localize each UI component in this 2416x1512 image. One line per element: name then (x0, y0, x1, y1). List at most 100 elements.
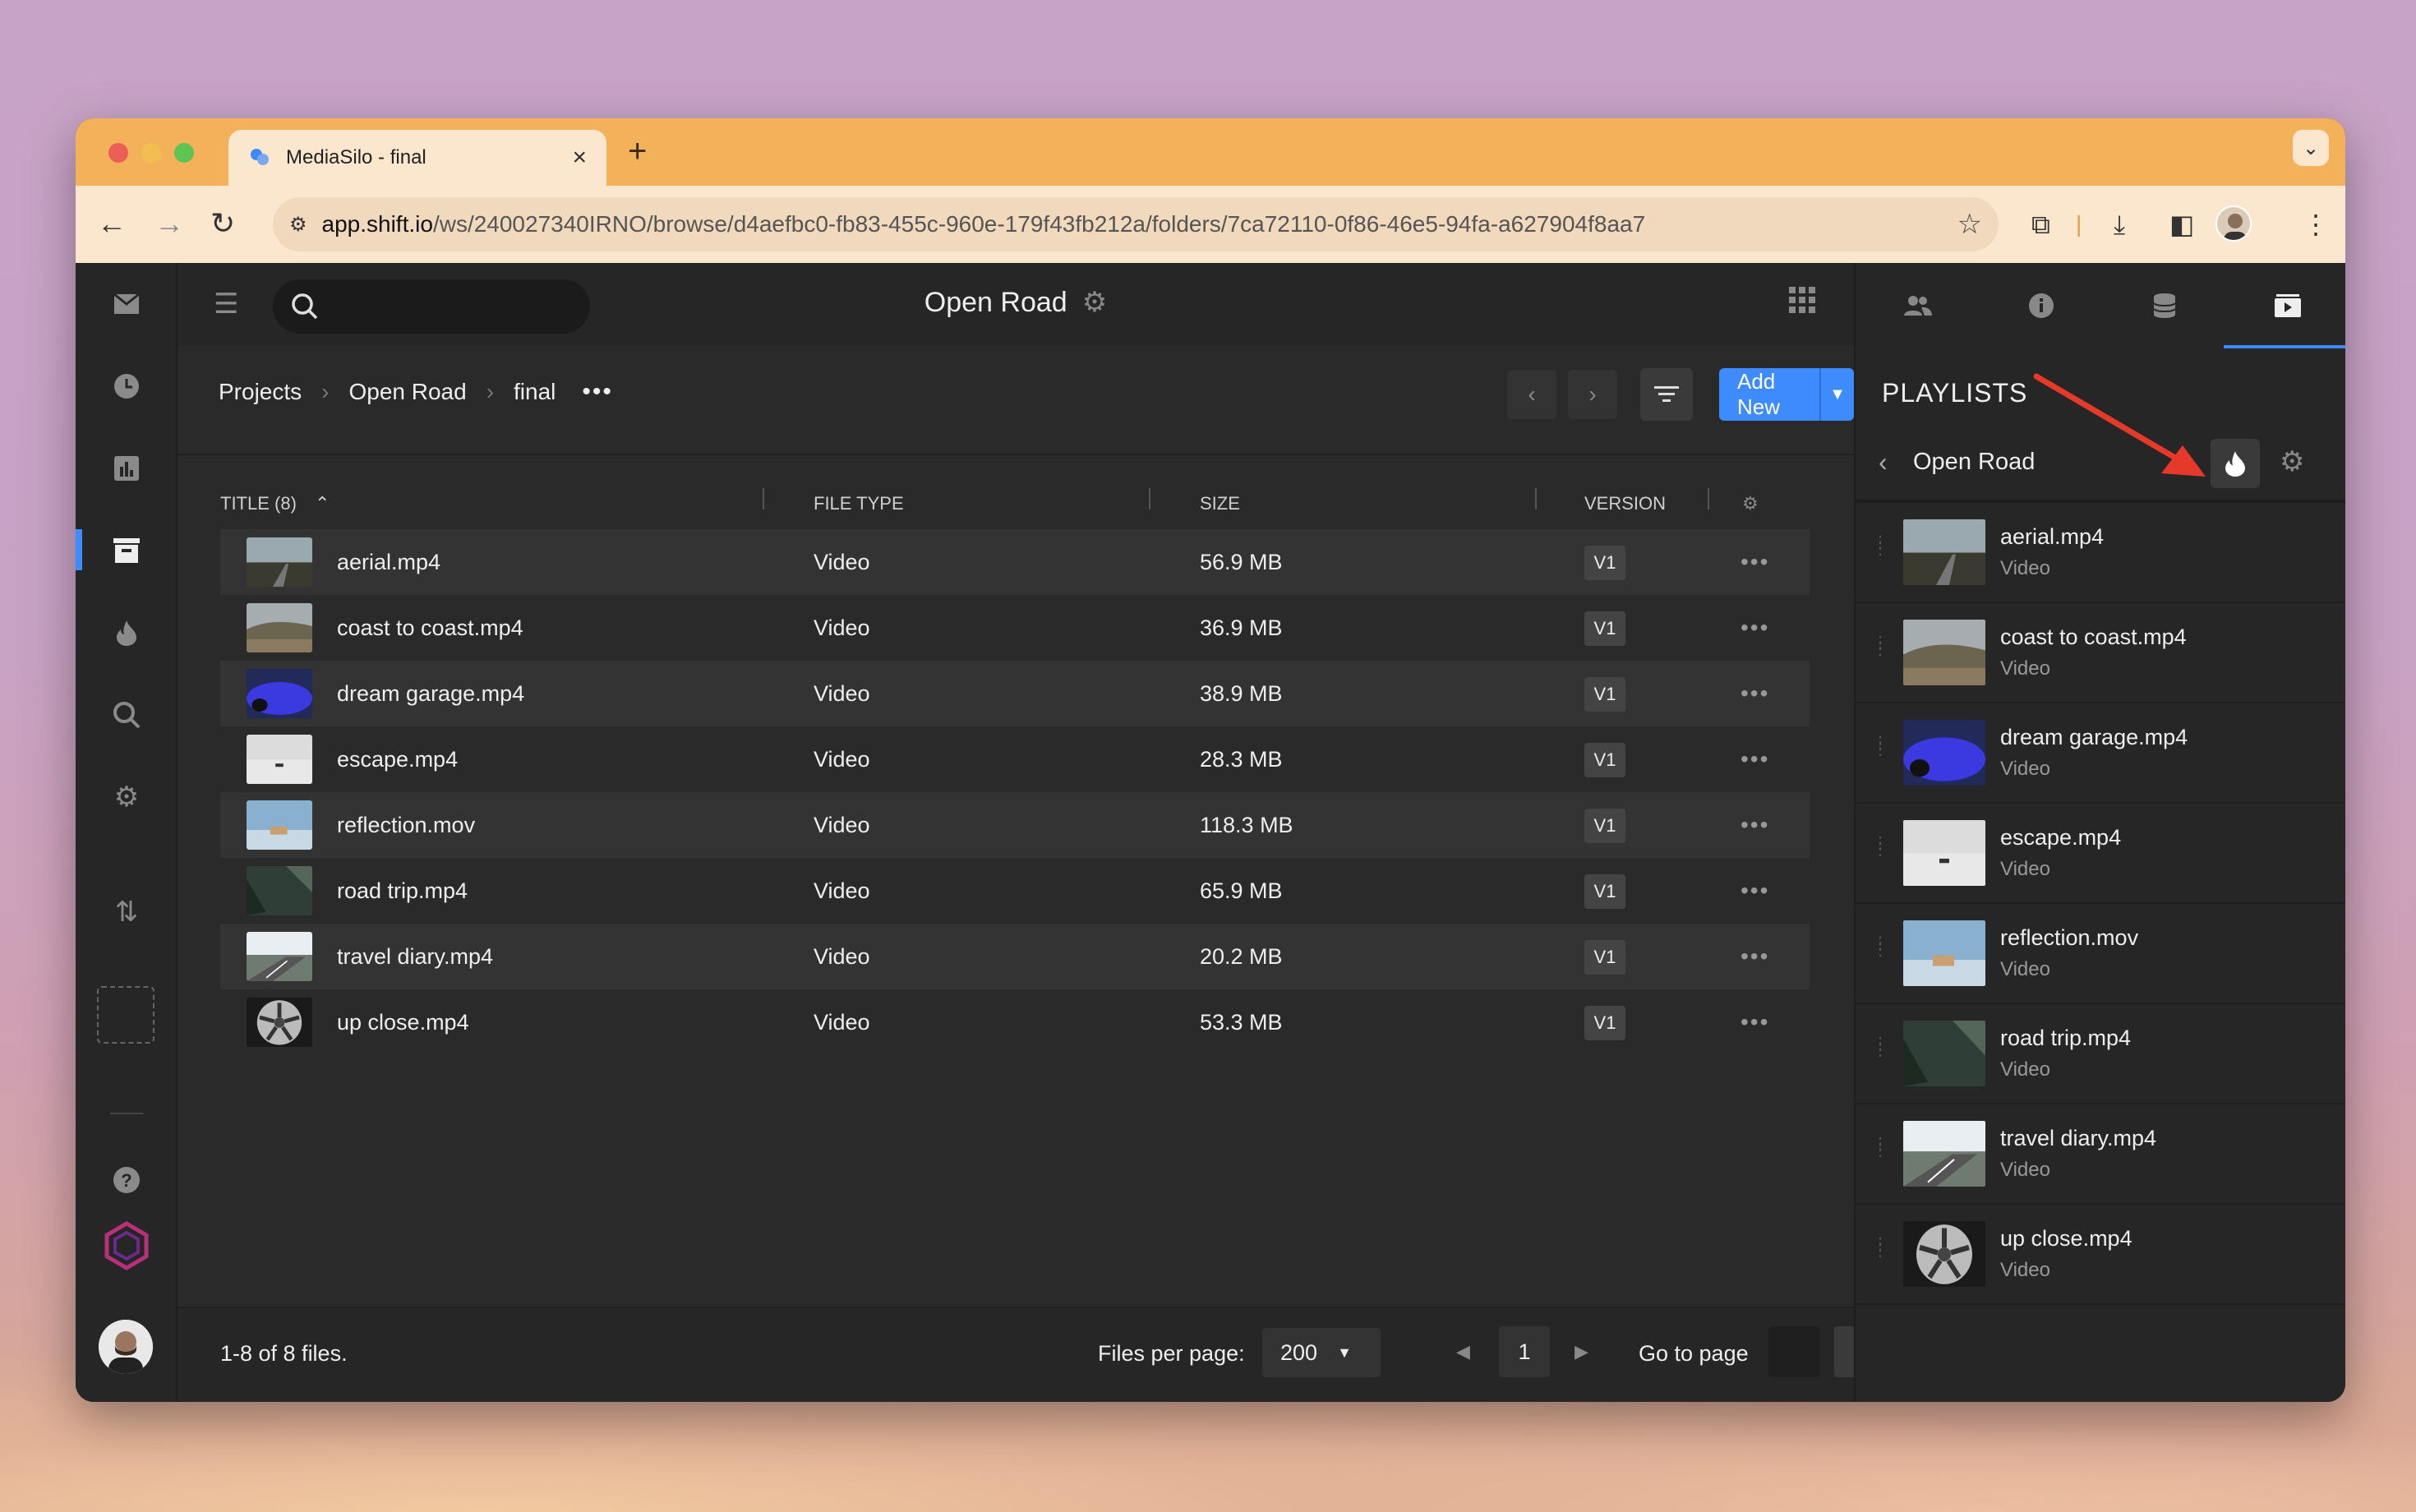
video-thumbnail[interactable] (247, 866, 312, 915)
version-badge[interactable]: V1 (1584, 611, 1625, 646)
table-row[interactable]: up close.mp4 Video 53.3 MB V1 ••• (220, 989, 1810, 1055)
shift-flame-icon[interactable] (110, 616, 143, 649)
version-badge[interactable]: V1 (1584, 677, 1625, 712)
tab-info-icon[interactable] (2017, 288, 2066, 324)
site-settings-icon[interactable]: ⚙ (289, 213, 307, 237)
playlist-item[interactable]: ⋮ ⋮ reflection.mov Video (1856, 904, 2345, 1004)
version-badge[interactable]: V1 (1584, 809, 1625, 843)
next-page-button[interactable]: › (1568, 370, 1617, 419)
minimize-window-button[interactable] (141, 143, 161, 163)
row-more-options-icon[interactable]: ••• (1741, 549, 1769, 575)
column-version[interactable]: VERSION (1584, 493, 1666, 514)
table-row[interactable]: road trip.mp4 Video 65.9 MB V1 ••• (220, 858, 1810, 924)
video-thumbnail[interactable] (247, 735, 312, 784)
version-badge[interactable]: V1 (1584, 940, 1625, 975)
playlist-item[interactable]: ⋮ ⋮ travel diary.mp4 Video (1856, 1104, 2345, 1205)
video-thumbnail[interactable] (247, 800, 312, 850)
playlist-item[interactable]: ⋮ ⋮ up close.mp4 Video (1856, 1205, 2345, 1305)
row-more-options-icon[interactable]: ••• (1741, 943, 1769, 970)
next-page-arrow-icon[interactable]: ▶ (1575, 1341, 1588, 1362)
back-arrow-icon[interactable]: ← (97, 207, 127, 240)
file-name[interactable]: dream garage.mp4 (337, 681, 524, 707)
browser-menu-icon[interactable]: ⋮ (2303, 209, 2329, 240)
drag-handle-icon[interactable]: ⋮ ⋮ (1872, 735, 1889, 758)
file-name[interactable]: travel diary.mp4 (337, 944, 493, 970)
video-thumbnail[interactable] (247, 932, 312, 981)
browser-tab[interactable]: MediaSilo - final × (228, 130, 606, 186)
filter-button[interactable] (1640, 368, 1693, 421)
playlist-item[interactable]: ⋮ ⋮ coast to coast.mp4 Video (1856, 603, 2345, 703)
side-panel-icon[interactable]: ◧ (2169, 209, 2194, 240)
row-more-options-icon[interactable]: ••• (1741, 746, 1769, 772)
close-window-button[interactable] (108, 143, 128, 163)
version-badge[interactable]: V1 (1584, 1006, 1625, 1040)
table-row[interactable]: dream garage.mp4 Video 38.9 MB V1 ••• (220, 661, 1810, 726)
file-name[interactable]: up close.mp4 (337, 1010, 469, 1035)
close-tab-icon[interactable]: × (572, 144, 587, 172)
upload-dropzone[interactable] (97, 986, 154, 1044)
extensions-puzzle-icon[interactable]: ⧉ (2031, 209, 2050, 240)
column-size[interactable]: SIZE (1200, 493, 1240, 514)
grid-view-icon[interactable] (1788, 286, 1816, 321)
breadcrumb-projects[interactable]: Projects (219, 379, 302, 405)
table-row[interactable]: coast to coast.mp4 Video 36.9 MB V1 ••• (220, 595, 1810, 661)
row-more-options-icon[interactable]: ••• (1741, 1009, 1769, 1035)
settings-gear-icon[interactable]: ⚙ (110, 781, 143, 814)
folder-more-options-icon[interactable]: ••• (582, 378, 613, 406)
file-name[interactable]: coast to coast.mp4 (337, 615, 523, 641)
table-row[interactable]: reflection.mov Video 118.3 MB V1 ••• (220, 792, 1810, 858)
video-thumbnail[interactable] (247, 603, 312, 652)
video-thumbnail[interactable] (247, 998, 312, 1047)
drag-handle-icon[interactable]: ⋮ ⋮ (1872, 634, 1889, 657)
table-row[interactable]: travel diary.mp4 Video 20.2 MB V1 ••• (220, 924, 1810, 989)
drag-handle-icon[interactable]: ⋮ ⋮ (1872, 835, 1889, 858)
drag-handle-icon[interactable]: ⋮ ⋮ (1872, 1035, 1889, 1058)
files-per-page-select[interactable]: 200 ▼ (1262, 1328, 1381, 1377)
tab-database-icon[interactable] (2140, 288, 2189, 324)
download-icon[interactable]: ⤓ (2114, 209, 2125, 240)
version-badge[interactable]: V1 (1584, 546, 1625, 580)
file-name[interactable]: aerial.mp4 (337, 550, 440, 575)
add-new-button[interactable]: Add New (1719, 368, 1820, 421)
playlist-settings-gear-icon[interactable]: ⚙ (2280, 445, 2304, 478)
video-thumbnail[interactable] (247, 537, 312, 587)
column-title[interactable]: TITLE (8) ⌃ (220, 493, 330, 514)
drag-handle-icon[interactable]: ⋮ ⋮ (1872, 1236, 1889, 1259)
reload-icon[interactable]: ↻ (210, 207, 235, 240)
help-icon[interactable]: ? (110, 1164, 143, 1196)
recent-clock-icon[interactable] (110, 370, 143, 403)
user-avatar[interactable] (99, 1320, 153, 1374)
add-new-dropdown-caret-icon[interactable]: ▼ (1819, 368, 1854, 421)
forward-arrow-icon[interactable]: → (154, 207, 184, 240)
project-settings-gear-icon[interactable]: ⚙ (1082, 287, 1107, 318)
playlist-item[interactable]: ⋮ ⋮ dream garage.mp4 Video (1856, 703, 2345, 804)
new-tab-button[interactable]: + (628, 133, 647, 170)
breadcrumb-final[interactable]: final (514, 379, 556, 405)
table-row[interactable]: escape.mp4 Video 28.3 MB V1 ••• (220, 726, 1810, 792)
address-bar[interactable]: ⚙ app.shift.io/ws/240027340IRNO/browse/d… (273, 197, 1999, 251)
transfer-arrows-icon[interactable]: ⇅ (110, 896, 143, 929)
tab-playlists-icon[interactable] (2263, 288, 2312, 324)
inbox-icon[interactable] (110, 288, 143, 320)
file-name[interactable]: road trip.mp4 (337, 878, 468, 904)
back-chevron-icon[interactable]: ‹ (1879, 447, 1888, 477)
tab-search-chevron-icon[interactable]: ⌄ (2293, 130, 2329, 166)
zoom-window-button[interactable] (174, 143, 194, 163)
playlist-item[interactable]: ⋮ ⋮ aerial.mp4 Video (1856, 503, 2345, 603)
breadcrumb-open-road[interactable]: Open Road (348, 379, 466, 405)
row-more-options-icon[interactable]: ••• (1741, 878, 1769, 904)
version-badge[interactable]: V1 (1584, 743, 1625, 777)
go-to-page-input[interactable] (1768, 1326, 1819, 1377)
analytics-icon[interactable] (110, 452, 143, 485)
tab-people-icon[interactable] (1893, 288, 1943, 324)
profile-avatar[interactable] (2215, 205, 2252, 242)
file-name[interactable]: reflection.mov (337, 813, 475, 838)
playlist-item[interactable]: ⋮ ⋮ escape.mp4 Video (1856, 804, 2345, 904)
column-file-type[interactable]: FILE TYPE (814, 493, 904, 514)
row-more-options-icon[interactable]: ••• (1741, 680, 1769, 707)
sort-ascending-chevron-icon[interactable]: ⌃ (315, 493, 330, 514)
version-badge[interactable]: V1 (1584, 874, 1625, 909)
prev-page-arrow-icon[interactable]: ◀ (1456, 1341, 1470, 1362)
brand-hexagon-logo-icon[interactable] (102, 1221, 151, 1270)
drag-handle-icon[interactable]: ⋮ ⋮ (1872, 534, 1889, 557)
